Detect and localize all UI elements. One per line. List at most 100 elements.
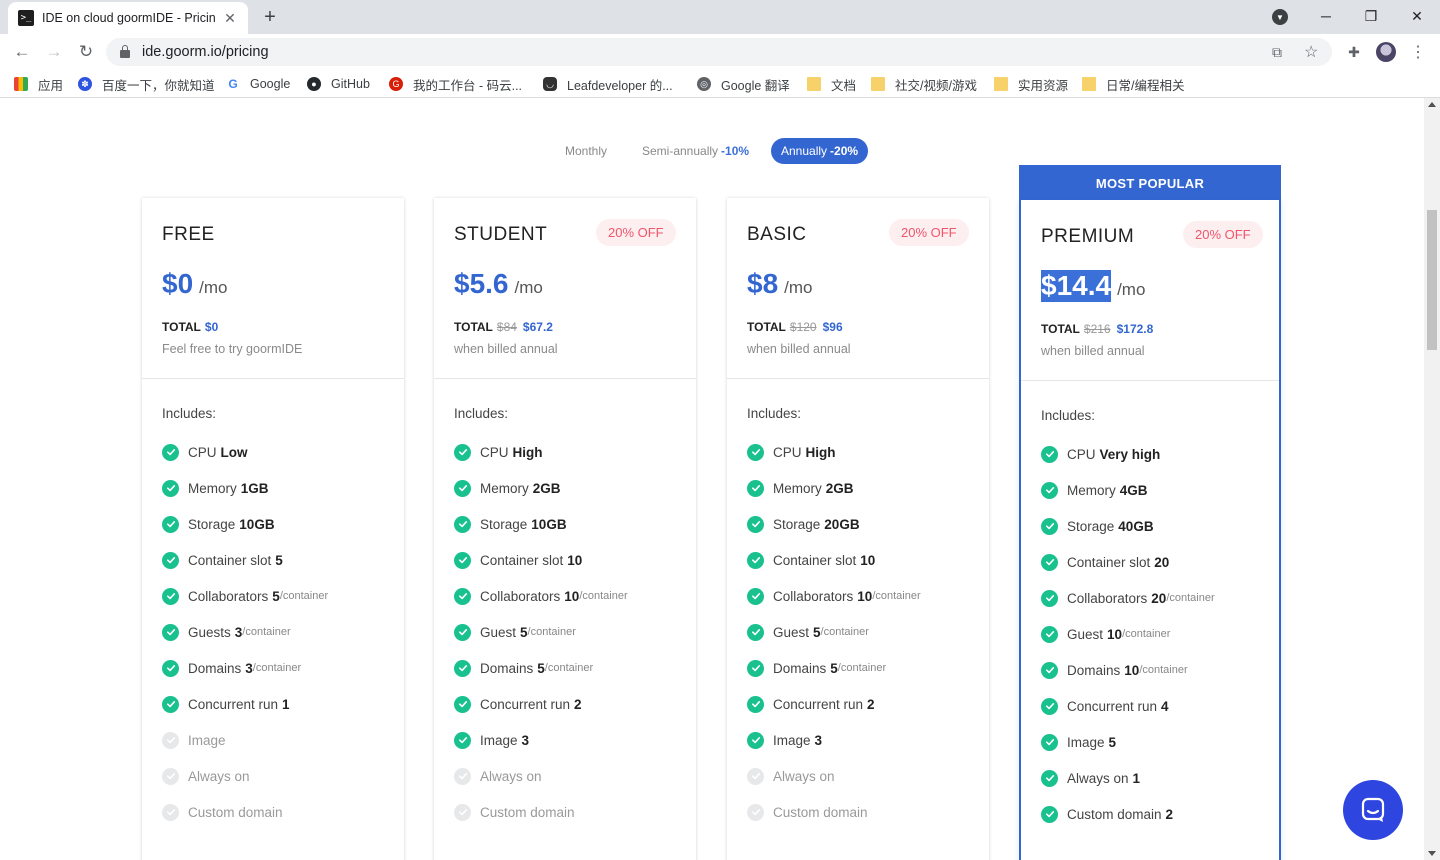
scroll-down-arrow[interactable] bbox=[1428, 851, 1436, 856]
bookmark-leafdeveloper[interactable]: ◡ Leafdeveloper 的... bbox=[543, 76, 673, 93]
bookmark-google[interactable]: G Google bbox=[226, 76, 290, 92]
feature-label: Container slot bbox=[480, 552, 564, 568]
back-arrow-icon[interactable]: ← bbox=[10, 41, 34, 63]
feature-label: Always on bbox=[188, 768, 250, 784]
total-price: $172.8 bbox=[1116, 322, 1154, 336]
feature-label: CPU bbox=[480, 444, 509, 460]
bookmark-folder-social[interactable]: 社交/视频/游戏 bbox=[871, 76, 977, 93]
check-circle-icon bbox=[747, 587, 764, 605]
plan-card-student: STUDENT 20% OFF $5.6/mo TOTAL $84 $67.2 when b… bbox=[434, 198, 696, 860]
feature-label: Always on bbox=[773, 768, 835, 784]
google-icon: G bbox=[226, 77, 240, 91]
feature-item: Image 3 bbox=[454, 730, 529, 750]
billing-semi-annually[interactable]: Semi-annually -10% bbox=[632, 138, 759, 164]
feature-item: Concurrent run 4 bbox=[1041, 696, 1169, 716]
forward-arrow-icon[interactable]: → bbox=[42, 41, 66, 63]
close-window-icon[interactable]: ✕ bbox=[1405, 6, 1429, 26]
feature-item: Concurrent run 1 bbox=[162, 694, 290, 714]
check-circle-icon bbox=[1041, 733, 1058, 751]
feature-label: Image bbox=[188, 732, 226, 748]
chat-launcher-button[interactable] bbox=[1343, 780, 1403, 840]
feature-item: CPU High bbox=[454, 442, 543, 462]
total-original-price: $216 bbox=[1083, 322, 1111, 336]
feature-item: Custom domain 2 bbox=[1041, 804, 1173, 824]
check-circle-icon bbox=[1041, 481, 1058, 499]
reload-icon[interactable]: ↻ bbox=[74, 41, 98, 63]
bookmark-folder-resources[interactable]: 实用资源 bbox=[994, 76, 1068, 93]
scroll-up-arrow[interactable] bbox=[1428, 102, 1436, 107]
globe-icon: ◎ bbox=[697, 77, 711, 91]
check-circle-icon bbox=[162, 479, 179, 497]
check-circle-icon bbox=[1041, 517, 1058, 535]
total-price: $0 bbox=[204, 320, 219, 334]
feature-label: Guests bbox=[188, 624, 231, 640]
close-tab-icon[interactable]: ✕ bbox=[222, 10, 238, 26]
feature-item: Always on 1 bbox=[1041, 768, 1140, 788]
price-row: $14.4/mo bbox=[1041, 270, 1145, 302]
page-scrollbar[interactable] bbox=[1424, 98, 1440, 860]
menu-icon[interactable]: ⋮ bbox=[1408, 42, 1428, 62]
bookmark-gitee[interactable]: G 我的工作台 - 码云... bbox=[389, 76, 522, 93]
feature-label: CPU bbox=[188, 444, 217, 460]
check-circle-icon bbox=[1041, 697, 1058, 715]
translate-icon[interactable]: ⧉ bbox=[1272, 44, 1282, 61]
bookmark-star-icon[interactable]: ☆ bbox=[1304, 42, 1318, 62]
feature-label: Custom domain bbox=[773, 804, 868, 820]
new-tab-button[interactable]: + bbox=[258, 5, 282, 29]
total-row: TOTAL $120 $96 bbox=[747, 320, 843, 334]
extensions-icon[interactable]: ✚ bbox=[1344, 42, 1364, 62]
minimize-icon[interactable]: ─ bbox=[1314, 6, 1338, 26]
feature-item: Domains 3/container bbox=[162, 658, 301, 678]
profile-avatar[interactable] bbox=[1376, 42, 1396, 62]
feature-label: CPU bbox=[773, 444, 802, 460]
browser-toolbar: ← → ↻ ide.goorm.io/pricing ⧉ ☆ ✚ ⋮ bbox=[0, 34, 1440, 70]
feature-label: Storage bbox=[480, 516, 528, 532]
restore-icon[interactable]: ❐ bbox=[1359, 6, 1383, 26]
feature-label: Storage bbox=[188, 516, 236, 532]
bookmark-folder-daily[interactable]: 日常/编程相关 bbox=[1082, 76, 1184, 93]
browser-tab[interactable]: >_ IDE on cloud goormIDE - Pricing ✕ bbox=[8, 2, 248, 34]
feature-item: Memory 1GB bbox=[162, 478, 269, 498]
billing-annually[interactable]: Annually -20% bbox=[771, 138, 869, 164]
feature-label: Custom domain bbox=[188, 804, 283, 820]
plan-card-free: FREE $0/mo TOTAL $0 Feel free to try goormID… bbox=[142, 198, 404, 860]
feature-label: Storage bbox=[773, 516, 821, 532]
tab-search-icon[interactable]: ▼ bbox=[1272, 9, 1288, 25]
feature-item: CPU High bbox=[747, 442, 836, 462]
bookmark-google-translate[interactable]: ◎ Google 翻译 bbox=[697, 76, 790, 93]
feature-unit: /container bbox=[837, 662, 887, 674]
check-circle-icon bbox=[454, 479, 471, 497]
billing-monthly[interactable]: Monthly bbox=[555, 138, 617, 164]
check-circle-icon bbox=[162, 623, 179, 641]
feature-value: 3 bbox=[521, 732, 530, 748]
feature-item: Storage 40GB bbox=[1041, 516, 1154, 536]
check-circle-icon bbox=[747, 695, 764, 713]
address-bar[interactable]: ide.goorm.io/pricing ⧉ ☆ bbox=[106, 38, 1332, 66]
scrollbar-thumb[interactable] bbox=[1427, 210, 1437, 350]
feature-unit: /container bbox=[579, 590, 628, 602]
total-original-price: $120 bbox=[789, 320, 817, 334]
bookmark-github[interactable]: ● GitHub bbox=[307, 76, 370, 92]
billing-note: Feel free to try goormIDE bbox=[162, 342, 303, 356]
feature-label: Custom domain bbox=[480, 804, 575, 820]
bookmark-apps[interactable]: 应用 bbox=[14, 76, 63, 93]
bookmark-baidu[interactable]: ✽ 百度一下，你就知道 bbox=[78, 76, 215, 93]
bookmark-folder-docs[interactable]: 文档 bbox=[807, 76, 856, 93]
per-month-label: /mo bbox=[1117, 280, 1146, 299]
total-label: TOTAL bbox=[747, 320, 786, 334]
feature-value: 20 bbox=[1154, 554, 1170, 570]
check-circle-icon bbox=[1041, 805, 1058, 823]
feature-value: 4GB bbox=[1119, 482, 1148, 498]
feature-item: Image 5 bbox=[1041, 732, 1116, 752]
github-icon: ● bbox=[307, 77, 321, 91]
feature-label: Memory bbox=[480, 480, 529, 496]
plan-header: PREMIUM 20% OFF $14.4/mo TOTAL $216 $172.8 whe… bbox=[1021, 200, 1279, 381]
includes-label: Includes: bbox=[1041, 408, 1096, 423]
total-label: TOTAL bbox=[162, 320, 201, 334]
leaf-icon: ◡ bbox=[543, 77, 557, 91]
total-original-price: $84 bbox=[496, 320, 517, 334]
feature-value: 5 bbox=[520, 624, 528, 640]
feature-value: 40GB bbox=[1118, 518, 1154, 534]
check-circle-icon bbox=[1041, 625, 1058, 643]
check-circle-icon bbox=[747, 623, 764, 641]
